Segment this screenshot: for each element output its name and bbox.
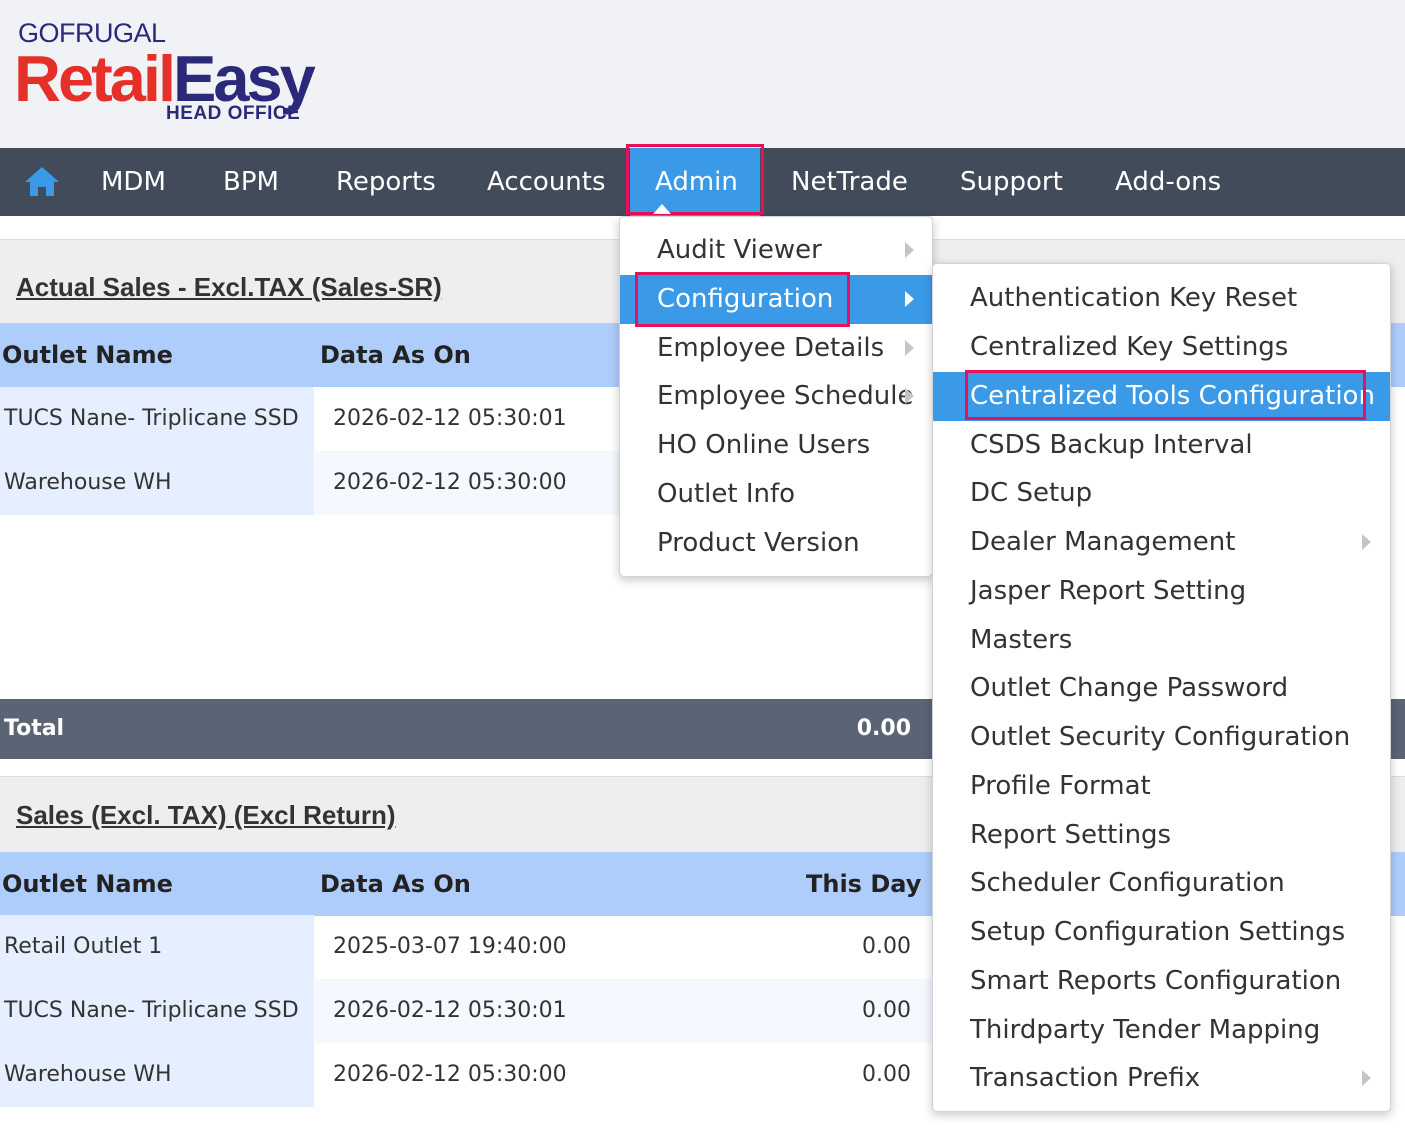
- menu-item-product-version[interactable]: Product Version: [620, 519, 932, 568]
- date-cell: 2026-02-12 05:30:01: [314, 979, 935, 1043]
- section1-title[interactable]: Actual Sales - Excl.TAX (Sales-SR): [16, 272, 442, 303]
- value-cell: 0.00: [862, 1062, 911, 1087]
- menu-item-dc-setup[interactable]: DC Setup: [933, 469, 1390, 518]
- menu-item-outlet-info[interactable]: Outlet Info: [620, 470, 932, 519]
- menu-item-label: Transaction Prefix: [970, 1063, 1201, 1093]
- outlet-cell: Retail Outlet 1: [0, 915, 314, 979]
- menu-item-label: Audit Viewer: [657, 235, 822, 265]
- total-value: 0.00: [856, 716, 911, 741]
- product-name-part1: Retail: [14, 42, 176, 115]
- menu-item-label: Product Version: [657, 528, 860, 558]
- menu-item-label: Authentication Key Reset: [970, 283, 1298, 313]
- menu-item-label: Centralized Tools Configuration: [970, 381, 1375, 411]
- menu-item-transaction-prefix[interactable]: Transaction Prefix: [933, 1054, 1390, 1103]
- value-cell: 0.00: [862, 934, 911, 959]
- nav-mdm[interactable]: MDM: [101, 148, 166, 216]
- nav-admin[interactable]: Admin: [630, 148, 760, 216]
- menu-item-label: Employee Schedule: [657, 381, 914, 411]
- table-row: Retail Outlet 1 2025-03-07 19:40:00 0.00: [0, 915, 935, 979]
- menu-item-configuration[interactable]: Configuration: [620, 275, 932, 324]
- chevron-right-icon: [905, 291, 914, 307]
- total-label: Total: [4, 716, 65, 741]
- menu-item-setup-configuration-settings[interactable]: Setup Configuration Settings: [933, 908, 1390, 957]
- menu-item-outlet-change-password[interactable]: Outlet Change Password: [933, 664, 1390, 713]
- menu-item-centralized-key-settings[interactable]: Centralized Key Settings: [933, 323, 1390, 372]
- outlet-cell: Warehouse WH: [0, 451, 314, 515]
- menu-item-label: Configuration: [657, 284, 834, 314]
- nav-bpm[interactable]: BPM: [223, 148, 279, 216]
- nav-support[interactable]: Support: [960, 148, 1063, 216]
- column-header-this-day: This Day: [806, 870, 922, 898]
- menu-item-audit-viewer[interactable]: Audit Viewer: [620, 226, 932, 275]
- menu-item-label: Profile Format: [970, 771, 1151, 801]
- app-header: GOFRUGAL RetailEasy HEAD OFFICE: [0, 0, 1405, 148]
- menu-item-authentication-key-reset[interactable]: Authentication Key Reset: [933, 274, 1390, 323]
- admin-menu: Audit Viewer Configuration Employee Deta…: [619, 216, 933, 577]
- home-icon-svg: [25, 167, 59, 196]
- product-subtitle: HEAD OFFICE: [166, 103, 301, 124]
- outlet-cell: Warehouse WH: [0, 1043, 314, 1107]
- menu-item-label: Setup Configuration Settings: [970, 917, 1346, 947]
- main-nav: MDM BPM Reports Accounts Admin NetTrade …: [0, 148, 1405, 216]
- menu-item-employee-schedule[interactable]: Employee Schedule: [620, 372, 932, 421]
- nav-reports[interactable]: Reports: [336, 148, 436, 216]
- nav-addons[interactable]: Add-ons: [1115, 148, 1221, 216]
- menu-item-ho-online-users[interactable]: HO Online Users: [620, 421, 932, 470]
- home-icon[interactable]: [22, 162, 62, 202]
- table-row: Warehouse WH 2026-02-12 05:30:00 0.00: [0, 1043, 935, 1107]
- menu-item-csds-backup-interval[interactable]: CSDS Backup Interval: [933, 421, 1390, 470]
- menu-item-scheduler-configuration[interactable]: Scheduler Configuration: [933, 859, 1390, 908]
- menu-item-thirdparty-tender-mapping[interactable]: Thirdparty Tender Mapping: [933, 1006, 1390, 1055]
- date-cell: 2025-03-07 19:40:00: [333, 934, 567, 959]
- outlet-cell: TUCS Nane- Triplicane SSD: [0, 979, 314, 1043]
- menu-item-label: Outlet Security Configuration: [970, 722, 1351, 752]
- nav-nettrade[interactable]: NetTrade: [791, 148, 908, 216]
- column-header-date: Data As On: [320, 341, 471, 369]
- chevron-right-icon: [1362, 1070, 1371, 1086]
- menu-item-label: Outlet Info: [657, 479, 796, 509]
- menu-item-masters[interactable]: Masters: [933, 616, 1390, 665]
- menu-item-jasper-report-setting[interactable]: Jasper Report Setting: [933, 567, 1390, 616]
- chevron-right-icon: [905, 340, 914, 356]
- nav-accounts[interactable]: Accounts: [487, 148, 606, 216]
- menu-item-label: Dealer Management: [970, 527, 1236, 557]
- menu-item-label: HO Online Users: [657, 430, 871, 460]
- configuration-submenu: Authentication Key Reset Centralized Key…: [932, 263, 1391, 1112]
- menu-item-label: Smart Reports Configuration: [970, 966, 1342, 996]
- menu-item-label: Masters: [970, 625, 1073, 655]
- menu-item-label: Outlet Change Password: [970, 673, 1289, 703]
- menu-item-label: Centralized Key Settings: [970, 332, 1289, 362]
- menu-item-label: CSDS Backup Interval: [970, 430, 1253, 460]
- outlet-cell: TUCS Nane- Triplicane SSD: [0, 387, 314, 451]
- value-cell: 0.00: [862, 998, 911, 1023]
- date-cell: 2026-02-12 05:30:00: [333, 1062, 567, 1087]
- menu-item-dealer-management[interactable]: Dealer Management: [933, 518, 1390, 567]
- menu-item-label: Scheduler Configuration: [970, 868, 1285, 898]
- menu-item-report-settings[interactable]: Report Settings: [933, 811, 1390, 860]
- column-header-date: Data As On: [320, 870, 471, 898]
- menu-item-centralized-tools-configuration[interactable]: Centralized Tools Configuration: [933, 372, 1390, 421]
- menu-item-outlet-security-configuration[interactable]: Outlet Security Configuration: [933, 713, 1390, 762]
- menu-item-label: DC Setup: [970, 478, 1093, 508]
- menu-item-label: Report Settings: [970, 820, 1172, 850]
- chevron-right-icon: [905, 242, 914, 258]
- chevron-right-icon: [1362, 534, 1371, 550]
- column-header-outlet: Outlet Name: [2, 870, 173, 898]
- chevron-right-icon: [905, 388, 914, 404]
- menu-item-smart-reports-configuration[interactable]: Smart Reports Configuration: [933, 957, 1390, 1006]
- table-row: TUCS Nane- Triplicane SSD 2026-02-12 05:…: [0, 979, 935, 1043]
- column-header-outlet: Outlet Name: [2, 341, 173, 369]
- menu-item-employee-details[interactable]: Employee Details: [620, 324, 932, 373]
- menu-item-label: Jasper Report Setting: [970, 576, 1247, 606]
- section2-title[interactable]: Sales (Excl. TAX) (Excl Return): [16, 800, 396, 831]
- admin-menu-caret: [653, 204, 671, 214]
- menu-item-label: Thirdparty Tender Mapping: [970, 1015, 1321, 1045]
- menu-item-profile-format[interactable]: Profile Format: [933, 762, 1390, 811]
- menu-item-label: Employee Details: [657, 333, 885, 363]
